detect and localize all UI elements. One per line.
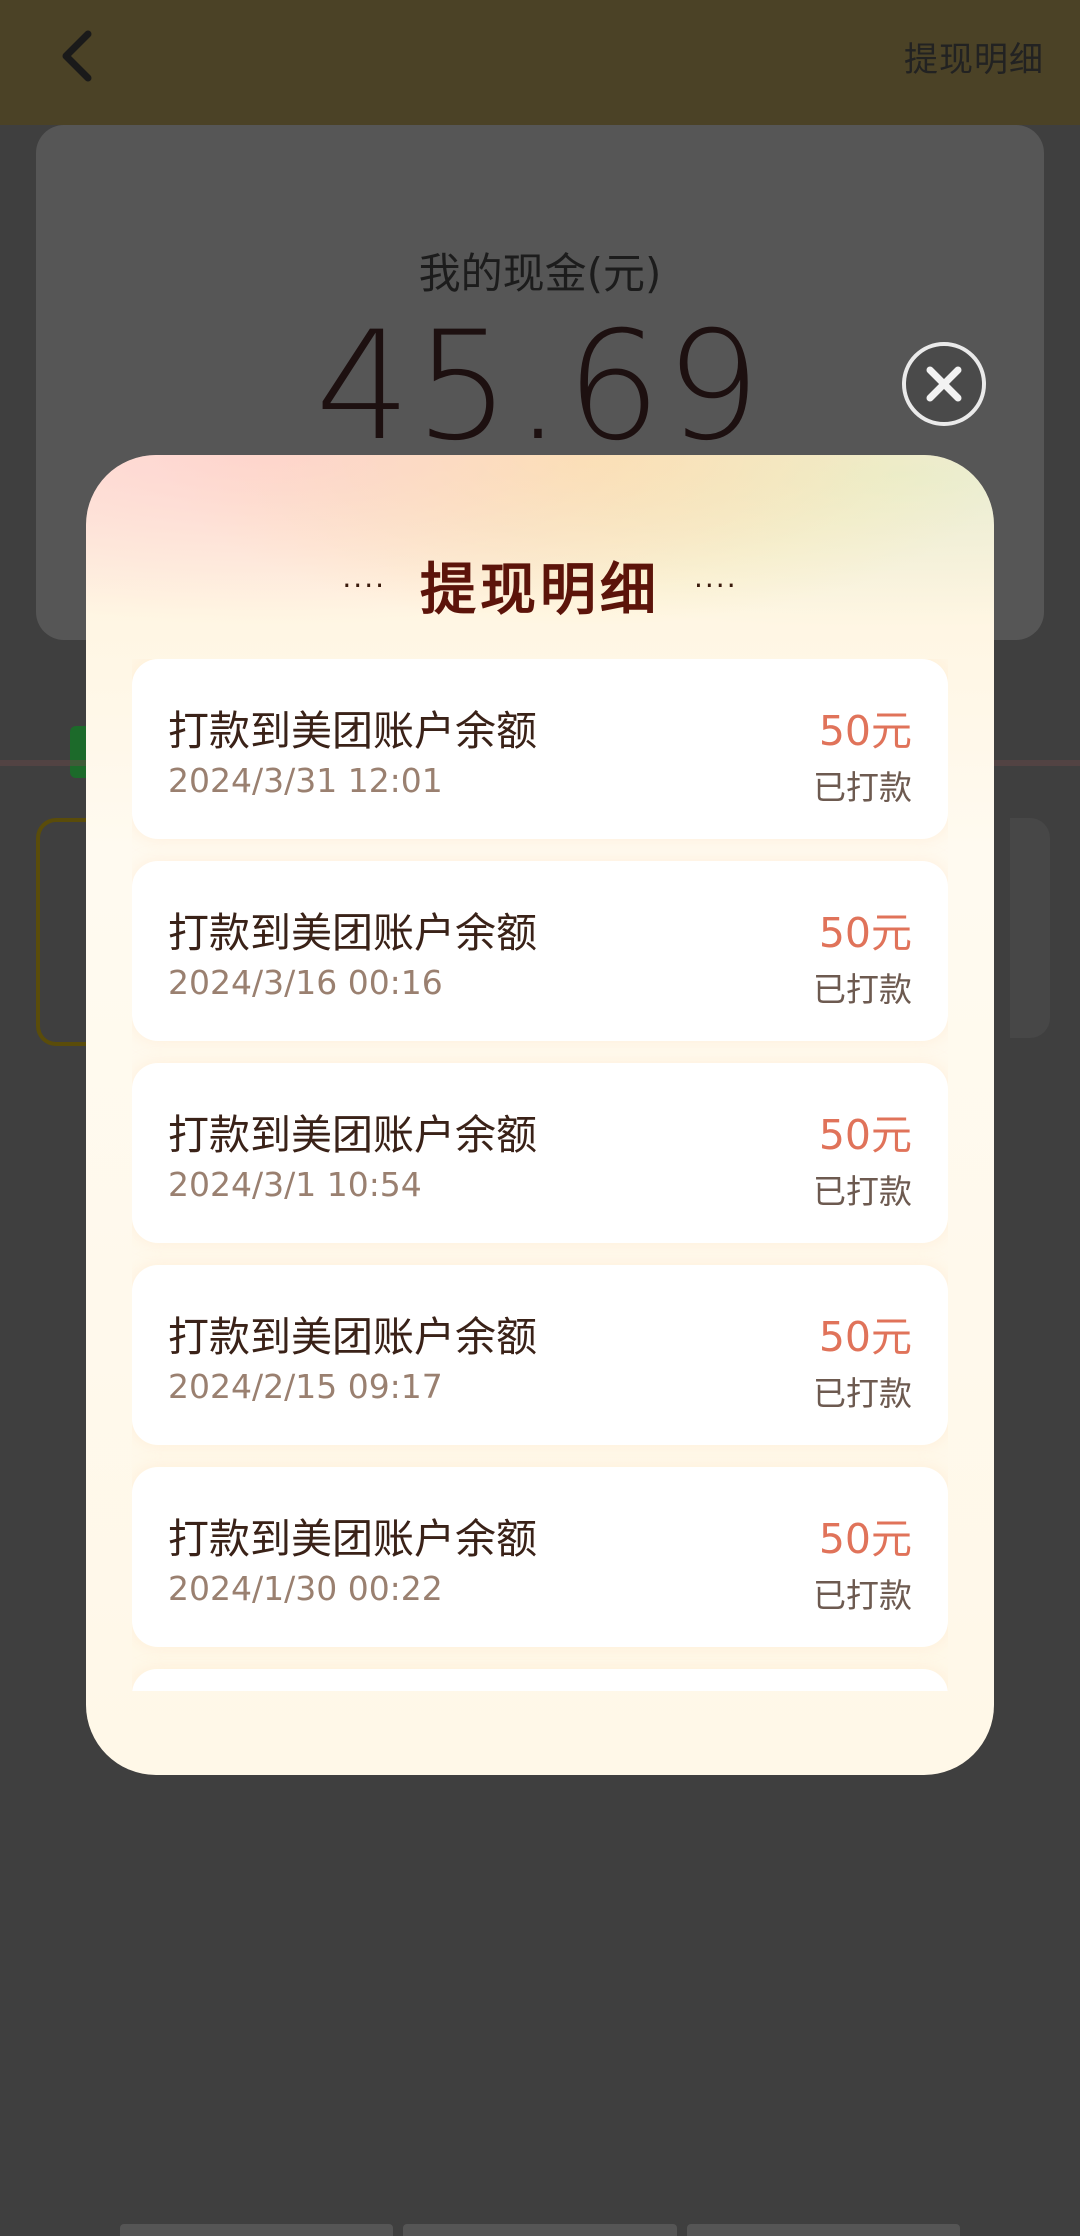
close-button[interactable] — [902, 342, 986, 426]
record-title: 打款到美团账户余额 — [168, 707, 537, 755]
record-status: 已打款 — [813, 768, 912, 807]
record-date: 2024/3/16 00:16 — [168, 963, 443, 1002]
withdraw-record: 打款到美团账户余额 2024/3/16 00:16 50元 已打款 — [132, 861, 948, 1041]
record-amount: 50元 — [818, 1515, 912, 1563]
bottom-tabs — [120, 2224, 960, 2236]
close-icon — [926, 366, 962, 402]
record-status: 已打款 — [813, 1172, 912, 1211]
record-date: 2024/3/1 10:54 — [168, 1165, 422, 1204]
withdraw-details-link[interactable]: 提现明细 — [904, 32, 1044, 81]
chevron-left-icon — [62, 30, 92, 82]
record-status: 已打款 — [813, 970, 912, 1009]
background-card — [1010, 818, 1050, 1038]
record-date: 2024/3/31 12:01 — [168, 761, 443, 800]
withdraw-details-modal: ···· 提现明细 ···· 打款到美团账户余额 2024/3/31 12:01… — [86, 455, 994, 1775]
record-status: 已打款 — [813, 1576, 912, 1615]
record-amount: 50元 — [818, 707, 912, 755]
cash-label: 我的现金(元) — [418, 249, 662, 298]
record-amount: 50元 — [818, 1111, 912, 1159]
record-date: 2024/2/15 09:17 — [168, 1367, 443, 1406]
decor-dots-right: ···· — [694, 569, 738, 602]
record-status: 已打款 — [813, 1374, 912, 1413]
record-title: 打款到美团账户余额 — [168, 1313, 537, 1361]
record-amount: 50元 — [818, 909, 912, 957]
withdraw-record-list[interactable]: 打款到美团账户余额 2024/3/31 12:01 50元 已打款 打款到美团账… — [132, 659, 948, 1691]
modal-title: 提现明细 — [420, 558, 660, 623]
decor-dots-left: ···· — [342, 569, 386, 602]
withdraw-record: 打款到美团账户余额 2024/3/31 12:01 50元 已打款 — [132, 659, 948, 839]
modal-header: ···· 提现明细 ···· — [86, 545, 994, 626]
record-title: 打款到美团账户余额 — [168, 1515, 537, 1563]
withdraw-record: 打款到美团账户余额 2024/2/15 09:17 50元 已打款 — [132, 1265, 948, 1445]
back-button[interactable] — [50, 26, 110, 86]
withdraw-record-partial — [132, 1669, 948, 1691]
record-title: 打款到美团账户余额 — [168, 1111, 537, 1159]
record-date: 2024/1/30 00:22 — [168, 1569, 443, 1608]
record-amount: 50元 — [818, 1313, 912, 1361]
withdraw-record: 打款到美团账户余额 2024/1/30 00:22 50元 已打款 — [132, 1467, 948, 1647]
withdraw-record: 打款到美团账户余额 2024/3/1 10:54 50元 已打款 — [132, 1063, 948, 1243]
record-title: 打款到美团账户余额 — [168, 909, 537, 957]
